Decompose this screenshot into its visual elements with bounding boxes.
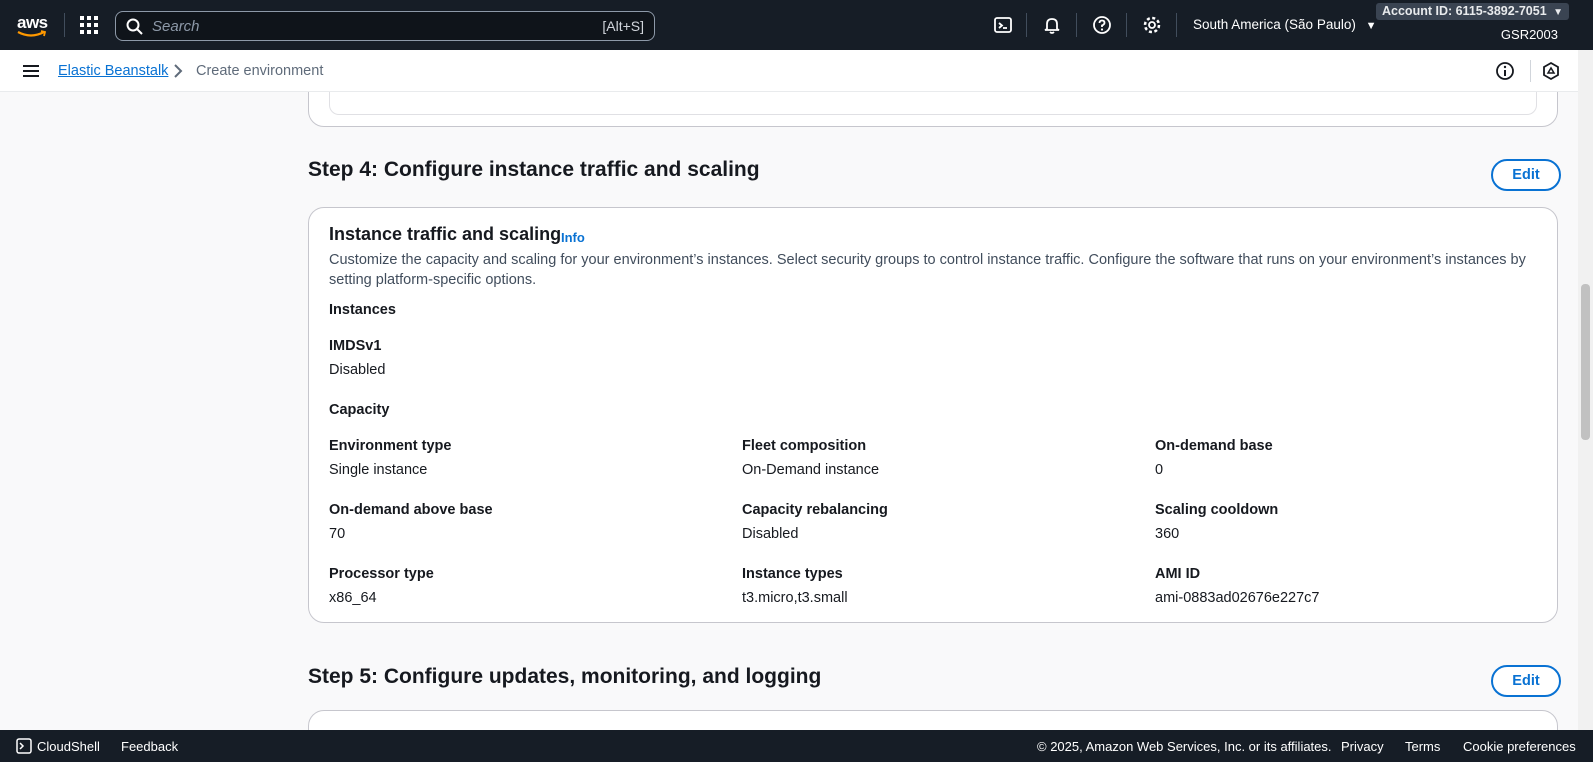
bell-icon[interactable] (1042, 15, 1062, 35)
field-value: Disabled (742, 526, 799, 542)
capacity-heading: Capacity (329, 402, 390, 418)
breadcrumb-bar: Elastic Beanstalk Create environment (0, 50, 1593, 92)
caret-down-icon: ▼ (1553, 7, 1564, 18)
privacy-link[interactable]: Privacy (1341, 739, 1384, 754)
field-value: 0 (1155, 462, 1164, 478)
nav-divider (1176, 13, 1177, 37)
search-input[interactable]: Search [Alt+S] (115, 11, 655, 41)
region-selector[interactable]: South America (São Paulo) ▼ (1193, 17, 1377, 32)
feedback-link[interactable]: Feedback (121, 739, 178, 754)
field-value: ami-0883ad02676e227c7 (1155, 590, 1320, 606)
cloudshell-icon[interactable] (993, 15, 1013, 35)
field-label: AMI ID (1155, 566, 1201, 582)
field-label: Scaling cooldown (1155, 502, 1279, 518)
field-value: t3.micro,t3.small (742, 590, 848, 606)
services-grid-icon[interactable] (80, 16, 98, 34)
cookie-preferences-link[interactable]: Cookie preferences (1463, 739, 1576, 754)
instance-traffic-scaling-card: Instance traffic and scaling Info Custom… (308, 207, 1558, 623)
field-label: Instance types (742, 566, 843, 582)
instances-heading: Instances (329, 302, 396, 318)
field-label: On-demand base (1155, 438, 1273, 454)
nav-divider (1076, 13, 1077, 37)
imds-value: Disabled (329, 362, 386, 378)
divider (1530, 60, 1531, 82)
card-title: Instance traffic and scaling (329, 224, 562, 244)
user-name[interactable]: GSR2003 (1501, 27, 1558, 42)
account-id: Account ID: 6115-3892-7051 (1382, 4, 1547, 18)
gear-icon[interactable] (1142, 15, 1162, 35)
step5-title: Step 5: Configure updates, monitoring, a… (308, 665, 822, 688)
field-value: On-Demand instance (742, 462, 880, 478)
info-link[interactable]: Info (561, 230, 585, 245)
nav-divider (1126, 13, 1127, 37)
info-icon[interactable] (1495, 61, 1515, 81)
field-value: x86_64 (329, 590, 377, 606)
step5-edit-button[interactable]: Edit (1491, 665, 1561, 697)
previous-step-inner-panel (329, 92, 1537, 115)
top-navigation: aws Search [Alt+S] South America (São Pa… (0, 0, 1593, 50)
chevron-right-icon (172, 63, 184, 84)
search-placeholder: Search (152, 18, 200, 35)
previous-step-card (308, 92, 1558, 127)
cloudshell-link[interactable]: CloudShell (37, 739, 100, 754)
footer: CloudShell Feedback © 2025, Amazon Web S… (0, 730, 1593, 762)
aws-logo[interactable]: aws (16, 12, 50, 38)
field-label: Capacity rebalancing (742, 502, 888, 518)
search-shortcut: [Alt+S] (602, 18, 644, 34)
vertical-scrollbar[interactable] (1578, 50, 1593, 730)
region-label: South America (São Paulo) (1193, 17, 1356, 32)
field-label: Fleet composition (742, 438, 867, 454)
field-label: Processor type (329, 566, 434, 582)
card-description: Customize the capacity and scaling for y… (329, 252, 1526, 288)
notification-settings-icon[interactable] (1541, 61, 1561, 81)
copyright-text: © 2025, Amazon Web Services, Inc. or its… (1037, 739, 1332, 754)
field-value: 360 (1155, 526, 1180, 542)
field-label: Environment type (329, 438, 452, 454)
field-value: Single instance (329, 462, 428, 478)
menu-icon[interactable] (22, 63, 40, 84)
caret-down-icon: ▼ (1365, 20, 1377, 32)
imds-label: IMDSv1 (329, 338, 382, 354)
step4-edit-button[interactable]: Edit (1491, 159, 1561, 191)
main-content: Step 4: Configure instance traffic and s… (0, 92, 1578, 730)
step4-title: Step 4: Configure instance traffic and s… (308, 158, 760, 181)
breadcrumb-elastic-beanstalk[interactable]: Elastic Beanstalk (58, 63, 168, 79)
field-label: On-demand above base (329, 502, 493, 518)
step5-card (308, 710, 1558, 730)
cloudshell-footer-icon[interactable] (16, 738, 32, 757)
nav-divider (1026, 13, 1027, 37)
nav-divider (64, 13, 65, 37)
account-menu[interactable]: Account ID: 6115-3892-7051 ▼ (1376, 3, 1570, 20)
breadcrumb-current: Create environment (196, 63, 324, 79)
search-icon (126, 18, 143, 35)
terms-link[interactable]: Terms (1405, 739, 1440, 754)
help-icon[interactable] (1092, 15, 1112, 35)
scrollbar-thumb[interactable] (1581, 284, 1590, 440)
field-value: 70 (329, 526, 346, 542)
